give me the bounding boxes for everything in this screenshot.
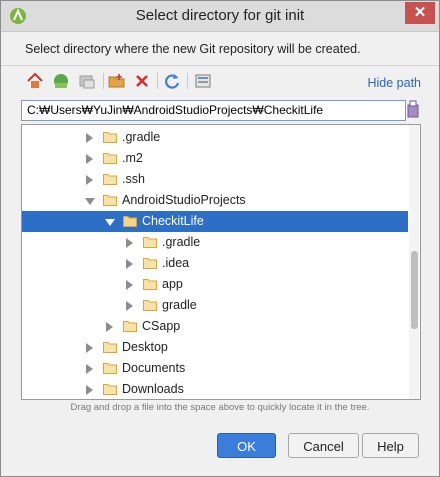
cancel-button[interactable]: Cancel <box>288 433 359 458</box>
folder-icon <box>143 300 157 311</box>
delete-icon[interactable] <box>132 71 152 91</box>
tree-row[interactable]: AndroidStudioProjects <box>22 190 408 211</box>
tree-row-label: AndroidStudioProjects <box>122 193 246 207</box>
expand-right-icon[interactable] <box>126 280 133 290</box>
project-icon[interactable] <box>51 71 71 91</box>
path-history-icon[interactable] <box>406 99 420 119</box>
divider <box>1 65 439 66</box>
folder-icon <box>123 216 137 227</box>
tree-row[interactable]: Desktop <box>22 337 408 358</box>
expand-down-icon[interactable] <box>105 219 115 226</box>
tree-row-label: gradle <box>162 298 197 312</box>
tree-row-label: CSapp <box>142 319 181 333</box>
folder-icon <box>103 363 117 374</box>
tree-row-label: app <box>162 277 183 291</box>
tree-row[interactable]: .ssh <box>22 169 408 190</box>
expand-right-icon[interactable] <box>86 385 93 395</box>
folder-icon <box>143 258 157 269</box>
tree-row[interactable]: gradle <box>22 295 408 316</box>
tree-row-label: Documents <box>122 361 186 375</box>
tree-row-label: .ssh <box>122 172 145 186</box>
expand-right-icon[interactable] <box>86 133 93 143</box>
expand-right-icon[interactable] <box>86 154 93 164</box>
ok-button[interactable]: OK <box>217 433 276 458</box>
home-icon[interactable] <box>25 71 45 91</box>
folder-icon <box>103 174 117 185</box>
tree-row-label: .gradle <box>162 235 201 249</box>
folder-icon <box>123 321 137 332</box>
help-button[interactable]: Help <box>362 433 419 458</box>
tree-row[interactable]: CheckitLife <box>22 211 408 232</box>
folder-icon <box>143 237 157 248</box>
path-input[interactable] <box>27 103 397 117</box>
expand-right-icon[interactable] <box>86 364 93 374</box>
toolbar-separator <box>187 73 188 89</box>
toolbar-separator <box>103 73 104 89</box>
tree-row[interactable]: .idea <box>22 253 408 274</box>
module-icon[interactable] <box>77 71 97 91</box>
tree-row[interactable]: CSapp <box>22 316 408 337</box>
window-title: Select directory for git init <box>135 7 305 24</box>
dialog-description: Select directory where the new Git repos… <box>25 42 361 56</box>
folder-icon <box>103 195 117 206</box>
tree-row[interactable]: .gradle <box>22 127 408 148</box>
directory-tree[interactable]: .gradle .m2 .ssh AndroidStudioProjects Check… <box>21 124 421 400</box>
scrollbar-thumb[interactable] <box>411 251 418 329</box>
refresh-icon[interactable] <box>162 71 182 91</box>
tree-row-label: .gradle <box>122 130 161 144</box>
expand-right-icon[interactable] <box>106 322 113 332</box>
tree-row-label: CheckitLife <box>142 214 204 228</box>
tree-row[interactable]: Documents <box>22 358 408 379</box>
expand-right-icon[interactable] <box>86 343 93 353</box>
tree-row[interactable]: .m2 <box>22 148 408 169</box>
folder-icon <box>103 153 117 164</box>
expand-right-icon[interactable] <box>86 175 93 185</box>
tree-row-label: .m2 <box>122 151 143 165</box>
expand-right-icon[interactable] <box>126 301 133 311</box>
folder-icon <box>103 384 117 395</box>
dialog-window: Select directory for git init ✕ Select d… <box>0 0 440 477</box>
new-folder-icon[interactable] <box>107 71 127 91</box>
show-hidden-icon[interactable] <box>193 71 213 91</box>
close-button[interactable]: ✕ <box>405 2 435 24</box>
expand-down-icon[interactable] <box>85 198 95 205</box>
tree-row-label: Desktop <box>122 340 168 354</box>
folder-icon <box>103 342 117 353</box>
hide-path-link[interactable]: Hide path <box>367 76 421 90</box>
tree-row[interactable]: .gradle <box>22 232 408 253</box>
title-bar[interactable]: Select directory for git init ✕ <box>1 1 439 32</box>
tree-row[interactable]: app <box>22 274 408 295</box>
expand-right-icon[interactable] <box>126 238 133 248</box>
toolbar-separator <box>157 73 158 89</box>
tree-row-label: Downloads <box>122 382 184 396</box>
folder-icon <box>143 279 157 290</box>
tree-row-label: .idea <box>162 256 190 270</box>
expand-right-icon[interactable] <box>126 259 133 269</box>
path-field[interactable] <box>21 100 406 121</box>
tree-scrollbar[interactable] <box>409 125 419 399</box>
drag-drop-hint: Drag and drop a file into the space abov… <box>70 402 370 413</box>
tree-row[interactable]: Downloads <box>22 379 408 399</box>
folder-icon <box>103 132 117 143</box>
